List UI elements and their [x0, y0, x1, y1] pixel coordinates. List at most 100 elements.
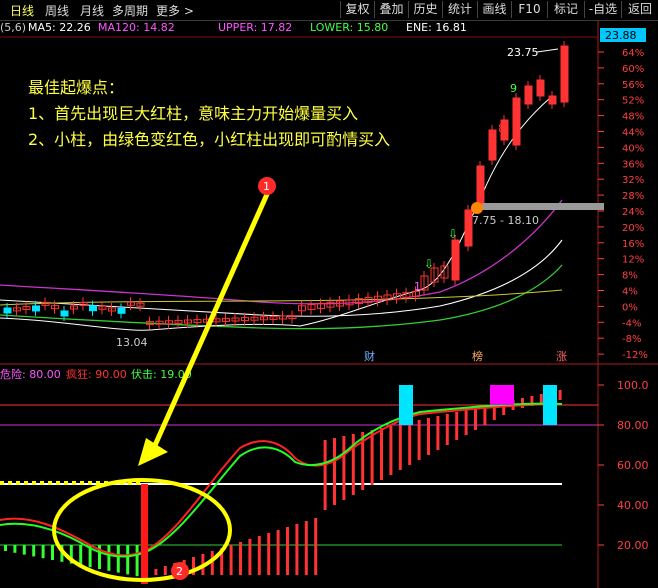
indicator-bar: [116, 545, 120, 573]
indicator-bar: [558, 390, 562, 400]
candle-body: [524, 85, 533, 105]
annotation-title: 最佳起爆点：: [28, 78, 125, 97]
price-axis-tick: -12%: [622, 350, 648, 361]
yellow-arrow-shaft: [149, 190, 271, 454]
price-axis-tick: 28%: [622, 191, 644, 202]
yellow-arrow-head: [138, 438, 168, 466]
candle-body: [536, 79, 545, 97]
indicator-bar: [239, 542, 242, 575]
price-axis-tick: -8%: [622, 334, 641, 345]
candle-body: [560, 45, 569, 103]
signal-digit-9: 9: [510, 82, 517, 95]
indicator-bar: [229, 545, 233, 575]
indicator-axis-tick: 40.00: [617, 499, 649, 512]
price-axis-tick: 8%: [622, 271, 638, 282]
high-pointer: [536, 48, 559, 53]
event-finance-icon[interactable]: 财: [364, 348, 375, 364]
indicator-bar: [417, 420, 421, 460]
indicator-bar: [276, 530, 280, 575]
indicator-axis-tick: 80.00: [617, 419, 649, 432]
osc-green-line: [0, 402, 563, 558]
indicator-bar: [4, 545, 7, 551]
candle-body: [60, 310, 69, 317]
indicator-bar: [323, 440, 327, 510]
signal-block-cyan-2: [543, 385, 557, 425]
indicator-bar: [455, 412, 459, 440]
range-label: 7.75 - 18.10: [472, 214, 539, 227]
indicator-bar: [154, 569, 158, 575]
candle-body: [89, 305, 97, 312]
indicator-bar: [107, 545, 111, 571]
candle-body: [464, 209, 473, 247]
osc-red-line: [0, 403, 563, 557]
high-price-label: 23.75: [507, 46, 539, 59]
signal-block-magenta: [490, 385, 514, 405]
indicator-bar: [370, 430, 374, 485]
indicator-axis-tick: 20.00: [617, 539, 649, 552]
price-axis: 64% 60% 56% 52% 48% 44% 40% 36% 32% 28% 24% 20% 16% 1…: [598, 48, 648, 361]
event-limit-up-icon[interactable]: 涨: [556, 348, 567, 364]
candle-body: [548, 95, 557, 105]
indicator-bar: [314, 518, 318, 575]
event-ranking-icon[interactable]: 榜: [472, 348, 483, 364]
price-axis-tick: 0%: [622, 302, 638, 313]
annotation-line-2: 2、小柱，由绿色变红色，小红柱出现即可酌情买入: [28, 130, 391, 149]
current-price-value: 23.88: [605, 29, 637, 42]
indicator-bar: [248, 539, 252, 575]
price-level-highlight: [482, 203, 604, 210]
price-axis-tick: 36%: [622, 159, 644, 170]
candle-body: [476, 165, 485, 209]
candle-body: [32, 305, 40, 312]
indicator-bar: [333, 438, 336, 505]
price-axis-tick: 32%: [622, 175, 644, 186]
indicator-bar: [436, 416, 440, 450]
signal-block-cyan-1: [399, 385, 413, 425]
indicator-bar: [380, 428, 383, 480]
marker-1-label: 1: [263, 180, 270, 193]
price-axis-tick: 16%: [622, 239, 644, 250]
price-axis-tick: 60%: [622, 64, 644, 75]
candle-body: [488, 129, 497, 161]
indicator-bar: [126, 545, 130, 575]
signal-digit-1: 1: [414, 280, 421, 293]
annotation-line-1: 1、首先出现巨大红柱，意味主力开始爆量买入: [28, 104, 359, 123]
big-red-signal-bar: [141, 484, 148, 584]
ene-mid-line: [0, 239, 563, 317]
candle-body: [512, 97, 521, 146]
low-price-label: 13.04: [116, 336, 148, 349]
buy-arrow-icon-2: ⇩: [424, 257, 434, 271]
price-axis-tick: 56%: [622, 80, 644, 91]
indicator-bar: [257, 536, 261, 575]
indicator-bar: [32, 545, 36, 557]
price-axis-tick: 44%: [622, 128, 644, 139]
indicator-bar: [342, 436, 346, 500]
price-axis-tick: -4%: [622, 318, 641, 329]
indicator-bar: [163, 566, 167, 575]
indicator-bar: [539, 394, 543, 404]
indicator-bar: [464, 410, 468, 435]
price-axis-tick: 4%: [622, 287, 638, 298]
buy-arrow-icon: ⇩: [448, 227, 458, 241]
price-axis-tick: 48%: [622, 112, 644, 123]
indicator-bar: [267, 533, 271, 575]
indicator-bar: [13, 545, 17, 553]
price-axis-tick: 64%: [622, 48, 644, 59]
indicator-bar: [79, 545, 83, 566]
candle-body: [451, 239, 460, 281]
indicator-bar: [445, 414, 449, 445]
indicator-bar: [22, 545, 26, 555]
indicator-bar: [398, 424, 402, 470]
candle-body: [117, 307, 126, 314]
price-axis-tick: 12%: [622, 255, 644, 266]
indicator-axis-tick: 100.0: [617, 379, 649, 392]
level-marker-icon: [471, 202, 483, 214]
indicator-bar: [286, 527, 289, 575]
candle-body: [3, 307, 12, 314]
signal-digit-8: 8: [498, 122, 505, 135]
indicator-bar: [304, 521, 308, 575]
indicator-bar: [51, 545, 54, 560]
price-axis-tick: 52%: [622, 96, 644, 107]
indicator-bar: [427, 418, 430, 455]
price-axis-tick: 20%: [622, 223, 644, 234]
indicator-axis-tick: 60.00: [617, 459, 649, 472]
